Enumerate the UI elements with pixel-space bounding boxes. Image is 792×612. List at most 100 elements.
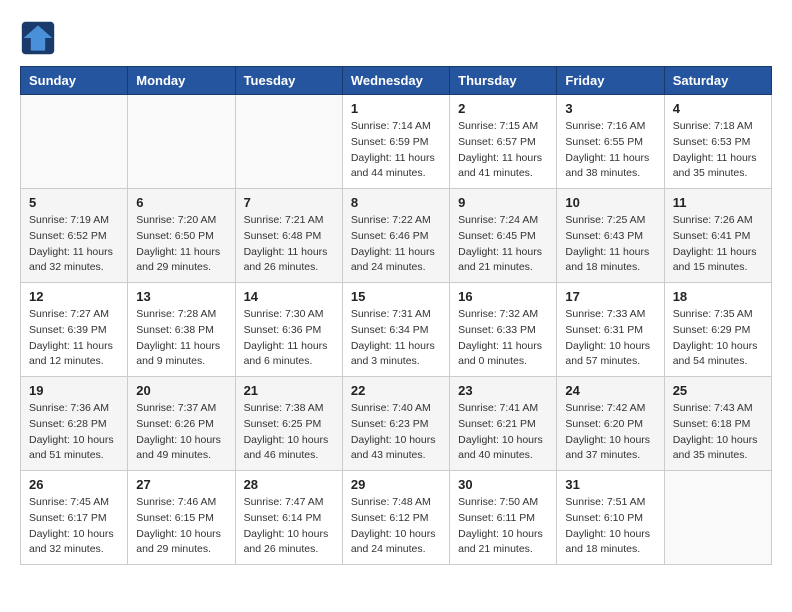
day-info: Sunrise: 7:50 AM Sunset: 6:11 PM Dayligh… [458,495,548,558]
day-number: 14 [244,289,334,304]
weekday-header-tuesday: Tuesday [235,67,342,95]
day-info: Sunrise: 7:14 AM Sunset: 6:59 PM Dayligh… [351,119,441,182]
calendar-cell: 22 Sunrise: 7:40 AM Sunset: 6:23 PM Dayli… [342,377,449,471]
calendar-cell: 30Sunrise: 7:50 AM Sunset: 6:11 PM Dayli… [450,471,557,565]
day-number: 11 [673,195,763,210]
day-info: Sunrise: 7:21 AM Sunset: 6:48 PM Dayligh… [244,213,334,276]
day-info: Sunrise: 7:22 AM Sunset: 6:46 PM Dayligh… [351,213,441,276]
day-number: 5 [29,195,119,210]
day-number: 1 [351,101,441,116]
day-number: 12 [29,289,119,304]
calendar-week-4: 26 Sunrise: 7:45 AM Sunset: 6:17 PM Dayli… [21,471,772,565]
calendar-cell: 11 Sunrise: 7:26 AM Sunset: 6:41 PM Dayli… [664,189,771,283]
day-info: Sunrise: 7:41 AM Sunset: 6:21 PM Dayligh… [458,401,548,464]
weekday-header-thursday: Thursday [450,67,557,95]
logo [20,20,62,56]
calendar-cell: 27 Sunrise: 7:46 AM Sunset: 6:15 PM Dayli… [128,471,235,565]
calendar-cell [128,95,235,189]
calendar-cell: 19 Sunrise: 7:36 AM Sunset: 6:28 PM Dayli… [21,377,128,471]
day-number: 16 [458,289,548,304]
day-info: Sunrise: 7:15 AM Sunset: 6:57 PM Dayligh… [458,119,548,182]
calendar-week-0: 1 Sunrise: 7:14 AM Sunset: 6:59 PM Daylig… [21,95,772,189]
day-number: 6 [136,195,226,210]
calendar-cell: 25 Sunrise: 7:43 AM Sunset: 6:18 PM Dayli… [664,377,771,471]
calendar-cell [235,95,342,189]
day-number: 4 [673,101,763,116]
calendar-cell: 5 Sunrise: 7:19 AM Sunset: 6:52 PM Daylig… [21,189,128,283]
day-number: 3 [565,101,655,116]
day-info: Sunrise: 7:16 AM Sunset: 6:55 PM Dayligh… [565,119,655,182]
day-info: Sunrise: 7:43 AM Sunset: 6:18 PM Dayligh… [673,401,763,464]
day-number: 15 [351,289,441,304]
calendar-cell: 21 Sunrise: 7:38 AM Sunset: 6:25 PM Dayli… [235,377,342,471]
day-number: 13 [136,289,226,304]
calendar-cell: 10Sunrise: 7:25 AM Sunset: 6:43 PM Dayli… [557,189,664,283]
calendar-cell: 12 Sunrise: 7:27 AM Sunset: 6:39 PM Dayli… [21,283,128,377]
day-info: Sunrise: 7:42 AM Sunset: 6:20 PM Dayligh… [565,401,655,464]
day-info: Sunrise: 7:32 AM Sunset: 6:33 PM Dayligh… [458,307,548,370]
day-number: 19 [29,383,119,398]
calendar-cell: 14 Sunrise: 7:30 AM Sunset: 6:36 PM Dayli… [235,283,342,377]
day-number: 22 [351,383,441,398]
calendar-cell: 13 Sunrise: 7:28 AM Sunset: 6:38 PM Dayli… [128,283,235,377]
day-number: 18 [673,289,763,304]
day-info: Sunrise: 7:31 AM Sunset: 6:34 PM Dayligh… [351,307,441,370]
day-info: Sunrise: 7:47 AM Sunset: 6:14 PM Dayligh… [244,495,334,558]
day-info: Sunrise: 7:20 AM Sunset: 6:50 PM Dayligh… [136,213,226,276]
day-number: 23 [458,383,548,398]
calendar-cell: 2Sunrise: 7:15 AM Sunset: 6:57 PM Daylig… [450,95,557,189]
day-number: 21 [244,383,334,398]
calendar-cell: 26 Sunrise: 7:45 AM Sunset: 6:17 PM Dayli… [21,471,128,565]
day-info: Sunrise: 7:19 AM Sunset: 6:52 PM Dayligh… [29,213,119,276]
weekday-header-row: SundayMondayTuesdayWednesdayThursdayFrid… [21,67,772,95]
weekday-header-saturday: Saturday [664,67,771,95]
day-number: 17 [565,289,655,304]
calendar-cell: 16 Sunrise: 7:32 AM Sunset: 6:33 PM Dayli… [450,283,557,377]
calendar-cell: 18 Sunrise: 7:35 AM Sunset: 6:29 PM Dayli… [664,283,771,377]
day-info: Sunrise: 7:48 AM Sunset: 6:12 PM Dayligh… [351,495,441,558]
day-info: Sunrise: 7:45 AM Sunset: 6:17 PM Dayligh… [29,495,119,558]
calendar-cell: 7Sunrise: 7:21 AM Sunset: 6:48 PM Daylig… [235,189,342,283]
weekday-header-friday: Friday [557,67,664,95]
calendar-week-3: 19 Sunrise: 7:36 AM Sunset: 6:28 PM Dayli… [21,377,772,471]
day-info: Sunrise: 7:38 AM Sunset: 6:25 PM Dayligh… [244,401,334,464]
day-number: 28 [244,477,334,492]
day-number: 27 [136,477,226,492]
calendar-cell: 28 Sunrise: 7:47 AM Sunset: 6:14 PM Dayli… [235,471,342,565]
day-info: Sunrise: 7:37 AM Sunset: 6:26 PM Dayligh… [136,401,226,464]
day-number: 10 [565,195,655,210]
calendar-cell: 23 Sunrise: 7:41 AM Sunset: 6:21 PM Dayli… [450,377,557,471]
day-info: Sunrise: 7:35 AM Sunset: 6:29 PM Dayligh… [673,307,763,370]
day-info: Sunrise: 7:40 AM Sunset: 6:23 PM Dayligh… [351,401,441,464]
calendar-body: 1 Sunrise: 7:14 AM Sunset: 6:59 PM Daylig… [21,95,772,565]
calendar-cell [21,95,128,189]
day-number: 24 [565,383,655,398]
day-number: 8 [351,195,441,210]
calendar-cell: 15 Sunrise: 7:31 AM Sunset: 6:34 PM Dayli… [342,283,449,377]
day-number: 20 [136,383,226,398]
day-info: Sunrise: 7:24 AM Sunset: 6:45 PM Dayligh… [458,213,548,276]
calendar-cell: 4 Sunrise: 7:18 AM Sunset: 6:53 PM Daylig… [664,95,771,189]
page-header [20,20,772,56]
calendar-cell: 1 Sunrise: 7:14 AM Sunset: 6:59 PM Daylig… [342,95,449,189]
calendar-header: SundayMondayTuesdayWednesdayThursdayFrid… [21,67,772,95]
calendar-cell: 3 Sunrise: 7:16 AM Sunset: 6:55 PM Daylig… [557,95,664,189]
day-info: Sunrise: 7:28 AM Sunset: 6:38 PM Dayligh… [136,307,226,370]
day-number: 9 [458,195,548,210]
day-number: 26 [29,477,119,492]
day-number: 31 [565,477,655,492]
calendar-week-2: 12 Sunrise: 7:27 AM Sunset: 6:39 PM Dayli… [21,283,772,377]
day-info: Sunrise: 7:26 AM Sunset: 6:41 PM Dayligh… [673,213,763,276]
day-info: Sunrise: 7:30 AM Sunset: 6:36 PM Dayligh… [244,307,334,370]
day-info: Sunrise: 7:36 AM Sunset: 6:28 PM Dayligh… [29,401,119,464]
day-info: Sunrise: 7:27 AM Sunset: 6:39 PM Dayligh… [29,307,119,370]
day-number: 25 [673,383,763,398]
weekday-header-sunday: Sunday [21,67,128,95]
calendar-cell: 31 Sunrise: 7:51 AM Sunset: 6:10 PM Dayli… [557,471,664,565]
day-info: Sunrise: 7:33 AM Sunset: 6:31 PM Dayligh… [565,307,655,370]
calendar-table: SundayMondayTuesdayWednesdayThursdayFrid… [20,66,772,565]
calendar-cell: 24 Sunrise: 7:42 AM Sunset: 6:20 PM Dayli… [557,377,664,471]
day-info: Sunrise: 7:18 AM Sunset: 6:53 PM Dayligh… [673,119,763,182]
day-info: Sunrise: 7:46 AM Sunset: 6:15 PM Dayligh… [136,495,226,558]
day-info: Sunrise: 7:51 AM Sunset: 6:10 PM Dayligh… [565,495,655,558]
